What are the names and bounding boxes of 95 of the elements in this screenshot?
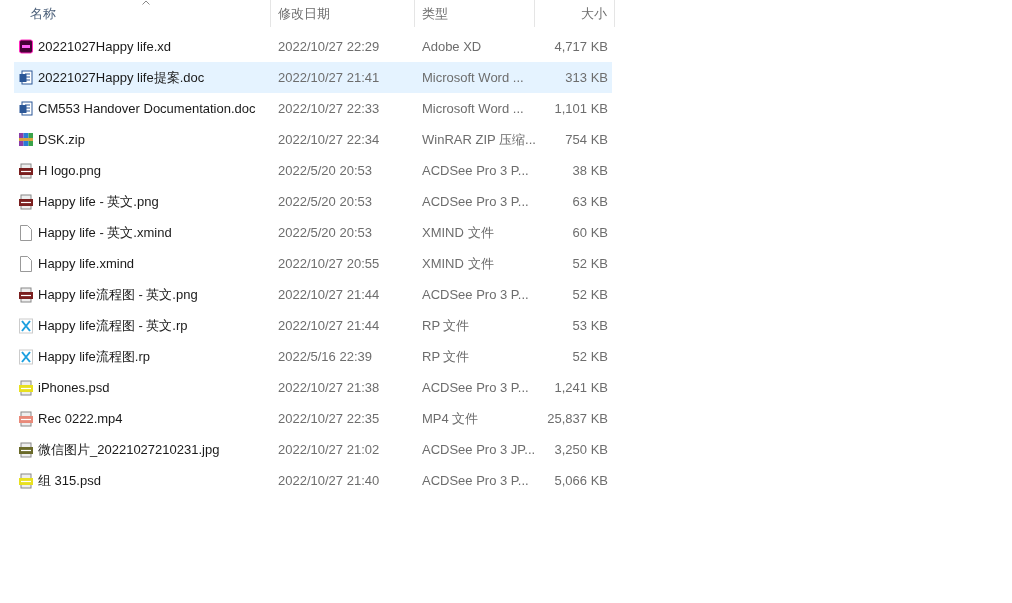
file-row[interactable]: Happy life - 英文.png 2022/5/20 20:53 ACDSee Pro 3 P... 63 KB	[14, 186, 612, 217]
file-type: ACDSee Pro 3 P...	[422, 194, 529, 209]
file-type: Microsoft Word ...	[422, 101, 524, 116]
file-row[interactable]: Happy life流程图.rp 2022/5/16 22:39 RP 文件 52 KB	[14, 341, 612, 372]
file-row[interactable]: DSK.zip 2022/10/27 22:34 WinRAR ZIP 压缩... 754 KB	[14, 124, 612, 155]
psd-file-icon	[19, 472, 33, 489]
file-size: 38 KB	[572, 163, 608, 178]
file-row[interactable]: 20221027Happy life.xd 2022/10/27 22:29 Adobe XD 4,717 KB	[14, 31, 612, 62]
modified-date: 2022/10/27 21:44	[278, 318, 380, 333]
file-name: H logo.png	[38, 163, 101, 178]
column-header[interactable]: 类型	[415, 0, 535, 27]
file-name: iPhones.psd	[38, 380, 110, 395]
modified-date: 2022/5/20 20:53	[278, 225, 372, 240]
file-row[interactable]: 20221027Happy life提案.doc 2022/10/27 21:41 Microsoft Word ... 313 KB	[14, 62, 612, 93]
file-type: Microsoft Word ...	[422, 70, 524, 85]
file-size: 4,717 KB	[554, 39, 608, 54]
modified-date: 2022/10/27 21:40	[278, 473, 380, 488]
file-name: Happy life - 英文.png	[38, 192, 159, 211]
file-type: Adobe XD	[422, 39, 482, 54]
file-size: 52 KB	[572, 349, 608, 364]
file-size: 1,101 KB	[554, 101, 608, 116]
file-type: ACDSee Pro 3 P...	[422, 473, 529, 488]
modified-date: 2022/10/27 21:02	[278, 442, 380, 457]
file-name: Happy life流程图 - 英文.png	[38, 285, 198, 304]
rp-file-icon	[19, 317, 33, 334]
blank-file-icon	[19, 224, 33, 241]
modified-date: 2022/10/27 22:33	[278, 101, 380, 116]
column-header[interactable]: 修改日期	[271, 0, 415, 27]
video-file-icon	[19, 410, 33, 427]
file-row[interactable]: Rec 0222.mp4 2022/10/27 22:35 MP4 文件 25,837 KB	[14, 403, 612, 434]
file-size: 63 KB	[572, 194, 608, 209]
file-name: Happy life.xmind	[38, 256, 135, 271]
image-file-icon	[19, 193, 33, 210]
file-row[interactable]: 组 315.psd 2022/10/27 21:40 ACDSee Pro 3 P... 5,066 KB	[14, 465, 612, 496]
file-size: 313 KB	[565, 70, 608, 85]
archive-icon	[19, 131, 33, 148]
file-type: XMIND 文件	[422, 223, 494, 242]
file-type: ACDSee Pro 3 P...	[422, 163, 529, 178]
word-document-icon	[19, 100, 33, 117]
file-size: 25,837 KB	[547, 411, 608, 426]
file-name: CM553 Handover Documentation.doc	[38, 101, 256, 116]
file-size: 5,066 KB	[554, 473, 608, 488]
modified-date: 2022/10/27 21:41	[278, 70, 380, 85]
file-row[interactable]: 微信图片_20221027210231.jpg 2022/10/27 21:02 ACDSee Pro 3 JP... 3,250 KB	[14, 434, 612, 465]
file-name: 组 315.psd	[38, 471, 101, 490]
column-header[interactable]: 大小	[535, 0, 615, 27]
file-size: 60 KB	[572, 225, 608, 240]
sort-caret-icon	[142, 0, 150, 5]
file-name: Rec 0222.mp4	[38, 411, 123, 426]
modified-date: 2022/10/27 20:55	[278, 256, 380, 271]
modified-date: 2022/5/16 22:39	[278, 349, 372, 364]
modified-date: 2022/10/27 21:44	[278, 287, 380, 302]
xd-file-icon	[19, 38, 33, 55]
file-size: 52 KB	[572, 256, 608, 271]
file-type: ACDSee Pro 3 P...	[422, 287, 529, 302]
file-name: 20221027Happy life提案.doc	[38, 68, 205, 87]
column-header[interactable]: 名称	[14, 0, 271, 27]
image-file-icon	[19, 286, 33, 303]
image-file-icon	[19, 441, 33, 458]
file-type: RP 文件	[422, 347, 470, 366]
blank-file-icon	[19, 255, 33, 272]
file-row[interactable]: Happy life流程图 - 英文.rp 2022/10/27 21:44 RP 文件 53 KB	[14, 310, 612, 341]
file-type: XMIND 文件	[422, 254, 494, 273]
image-file-icon	[19, 162, 33, 179]
file-row[interactable]: H logo.png 2022/5/20 20:53 ACDSee Pro 3 P... 38 KB	[14, 155, 612, 186]
file-row[interactable]: CM553 Handover Documentation.doc 2022/10/27 22:33 Microsoft Word ... 1,101 KB	[14, 93, 612, 124]
modified-date: 2022/10/27 22:35	[278, 411, 380, 426]
file-type: MP4 文件	[422, 409, 479, 428]
rp-file-icon	[19, 348, 33, 365]
file-name: Happy life流程图 - 英文.rp	[38, 316, 188, 335]
file-name: Happy life流程图.rp	[38, 347, 150, 366]
file-size: 754 KB	[565, 132, 608, 147]
file-size: 52 KB	[572, 287, 608, 302]
file-size: 53 KB	[572, 318, 608, 333]
modified-date: 2022/5/20 20:53	[278, 163, 372, 178]
word-document-icon	[19, 69, 33, 86]
file-row[interactable]: Happy life - 英文.xmind 2022/5/20 20:53 XMIND 文件 60 KB	[14, 217, 612, 248]
file-name: 20221027Happy life.xd	[38, 39, 171, 54]
file-size: 1,241 KB	[554, 380, 608, 395]
modified-date: 2022/5/20 20:53	[278, 194, 372, 209]
file-size: 3,250 KB	[554, 442, 608, 457]
file-name: 微信图片_20221027210231.jpg	[38, 440, 220, 459]
file-type: ACDSee Pro 3 P...	[422, 380, 529, 395]
psd-file-icon	[19, 379, 33, 396]
file-type: WinRAR ZIP 压缩...	[422, 130, 536, 149]
file-name: Happy life - 英文.xmind	[38, 223, 172, 242]
modified-date: 2022/10/27 21:38	[278, 380, 380, 395]
file-type: ACDSee Pro 3 JP...	[422, 442, 536, 457]
file-row[interactable]: Happy life.xmind 2022/10/27 20:55 XMIND 文件 52 KB	[14, 248, 612, 279]
modified-date: 2022/10/27 22:34	[278, 132, 380, 147]
file-row[interactable]: Happy life流程图 - 英文.png 2022/10/27 21:44 ACDSee Pro 3 P... 52 KB	[14, 279, 612, 310]
file-type: RP 文件	[422, 316, 470, 335]
file-row[interactable]: iPhones.psd 2022/10/27 21:38 ACDSee Pro 3 P... 1,241 KB	[14, 372, 612, 403]
file-name: DSK.zip	[38, 132, 85, 147]
modified-date: 2022/10/27 22:29	[278, 39, 380, 54]
